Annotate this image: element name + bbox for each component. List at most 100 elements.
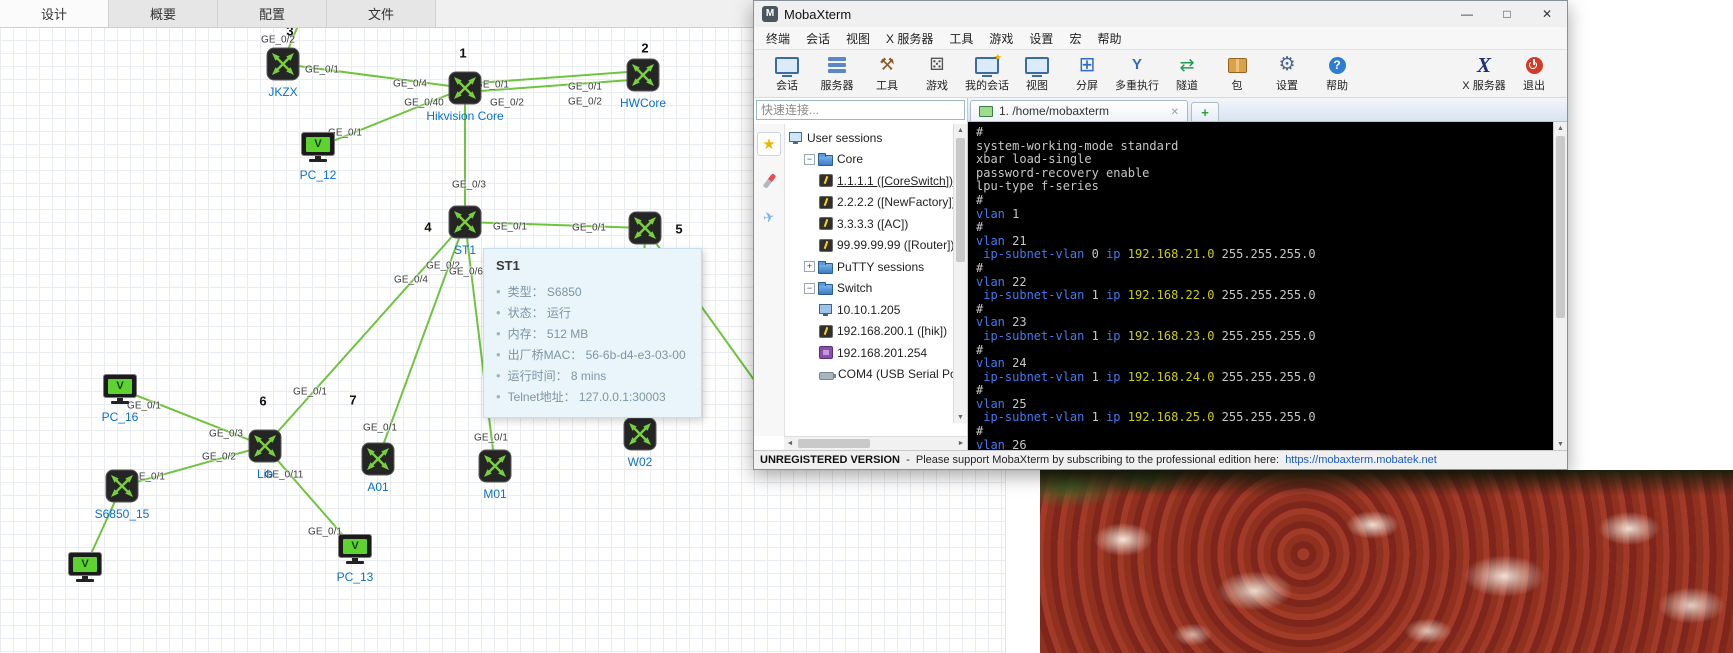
terminal-line: vlan 22 — [976, 276, 1551, 290]
menu-item-4[interactable]: 工具 — [941, 30, 981, 47]
scroll-track[interactable] — [796, 437, 955, 450]
scroll-down-icon[interactable]: ▼ — [1554, 438, 1567, 450]
tab-close-icon[interactable] — [1171, 104, 1179, 118]
sidebar-tab[interactable] — [757, 206, 781, 230]
menu-item-6[interactable]: 设置 — [1021, 30, 1061, 47]
menu-item-7[interactable]: 宏 — [1061, 30, 1089, 47]
mobatek-link[interactable]: https://mobaxterm.mobatek.net — [1285, 454, 1437, 466]
toolbar-packages-button[interactable]: 包 — [1212, 54, 1262, 93]
toolbar-settings-button[interactable]: ⚙设置 — [1262, 54, 1312, 93]
scroll-down-icon[interactable]: ▼ — [954, 411, 967, 423]
toolbar-label: 设置 — [1276, 77, 1298, 93]
designer-tab-2[interactable]: 配置 — [218, 0, 327, 27]
minimize-button[interactable]: — — [1447, 1, 1487, 27]
tree-item-7[interactable]: −Switch — [785, 278, 954, 300]
sidebar-tab[interactable] — [757, 169, 781, 193]
scroll-thumb[interactable] — [956, 138, 965, 262]
device-M01[interactable] — [478, 449, 512, 483]
toolbar-tunnel-button[interactable]: ⇄隧道 — [1162, 54, 1212, 93]
collapse-icon[interactable]: − — [804, 154, 815, 165]
toolbar-games-button[interactable]: ⚄游戏 — [912, 54, 962, 93]
scroll-up-icon[interactable]: ▲ — [1554, 122, 1567, 134]
menu-item-8[interactable]: 帮助 — [1089, 30, 1129, 47]
scroll-right-icon[interactable]: ► — [955, 440, 967, 447]
menu-item-0[interactable]: 终端 — [758, 30, 798, 47]
toolbar-multiexec-button[interactable]: Y多重执行 — [1112, 54, 1162, 93]
tooltip-row-text: 状态： 运行 — [508, 305, 571, 321]
tree-item-1[interactable]: −Core — [785, 149, 954, 171]
device-PC_13[interactable]: V — [338, 534, 372, 564]
tree-vertical-scrollbar[interactable]: ▲ ▼ — [953, 124, 967, 423]
device-HWCore[interactable] — [626, 58, 660, 92]
scroll-track[interactable] — [954, 136, 967, 411]
scroll-left-icon[interactable]: ◄ — [784, 440, 796, 447]
designer-tab-1[interactable]: 概要 — [109, 0, 218, 27]
toolbar-help-button[interactable]: ?帮助 — [1312, 54, 1362, 93]
menu-item-2[interactable]: 视图 — [838, 30, 878, 47]
menu-item-1[interactable]: 会话 — [798, 30, 838, 47]
tree-item-9[interactable]: 192.168.200.1 ([hik]) — [785, 321, 954, 343]
device-W02[interactable] — [623, 417, 657, 451]
device-Lib[interactable] — [248, 429, 282, 463]
tree-item-6[interactable]: +PuTTY sessions — [785, 256, 954, 278]
favorites-star-icon — [762, 135, 775, 154]
tree-item-3[interactable]: 2.2.2.2 ([NewFactory]) — [785, 192, 954, 214]
terminal-tab[interactable]: 1. /home/mobaxterm — [970, 100, 1188, 121]
link-label: GE_0/2 — [490, 98, 524, 109]
menu-item-3[interactable]: X 服务器 — [878, 30, 941, 47]
tree-item-5[interactable]: 99.99.99.99 ([Router]) — [785, 235, 954, 257]
xserver-icon: X — [1477, 54, 1491, 76]
collapse-icon[interactable]: − — [804, 283, 815, 294]
terminal-scrollbar[interactable]: ▲ ▼ — [1553, 122, 1567, 450]
device-node-13[interactable]: V — [68, 552, 102, 582]
toolbar-tools-button[interactable]: ⚒工具 — [862, 54, 912, 93]
terminal[interactable]: #system-working-mode standardxbar load-s… — [968, 122, 1567, 450]
scroll-thumb[interactable] — [1556, 136, 1565, 318]
toolbar-xserver-button[interactable]: XX 服务器 — [1459, 54, 1509, 93]
toolbar-split-button[interactable]: ⊞分屏 — [1062, 54, 1112, 93]
my-sessions-icon: ★ — [975, 54, 999, 76]
device-S6850_15[interactable] — [105, 469, 139, 503]
tree-item-2[interactable]: 1.1.1.1 ([CoreSwitch]) — [785, 170, 954, 192]
tree-item-8[interactable]: 10.10.1.205 — [785, 299, 954, 321]
toolbar-sessions-button[interactable]: 会话 — [762, 54, 812, 93]
device-PC_12[interactable]: V — [301, 132, 335, 162]
device-ST1[interactable] — [448, 205, 482, 239]
tree-item-0[interactable]: User sessions — [785, 127, 954, 149]
terminal-line: # — [976, 425, 1551, 439]
designer-tab-0[interactable]: 设计 — [0, 0, 109, 27]
switch-icon — [248, 429, 282, 463]
switch-icon — [623, 417, 657, 451]
scroll-track[interactable] — [1554, 134, 1567, 438]
device-PC_16[interactable]: V — [103, 374, 137, 404]
sidebar-tab[interactable] — [757, 132, 781, 156]
device-Hikvision-Core[interactable] — [448, 71, 482, 105]
toolbar-exit-button[interactable]: 退出 — [1509, 54, 1559, 93]
maximize-button[interactable]: □ — [1487, 1, 1527, 27]
quick-connect-row — [754, 98, 967, 124]
toolbar-servers-button[interactable]: 服务器 — [812, 54, 862, 93]
tree-item-10[interactable]: 192.168.201.254 — [785, 342, 954, 364]
scroll-up-icon[interactable]: ▲ — [954, 124, 967, 136]
quick-connect-input[interactable] — [756, 100, 965, 120]
device-JKZX[interactable] — [266, 47, 300, 81]
expand-icon[interactable]: + — [804, 261, 815, 272]
main-row: User sessions−Core1.1.1.1 ([CoreSwitch])… — [754, 98, 1567, 450]
title-bar[interactable]: M MobaXterm —□✕ — [754, 1, 1567, 27]
tree-item-11[interactable]: COM4 (USB Serial Port (COM4 — [785, 364, 954, 386]
device-A01[interactable] — [361, 442, 395, 476]
menu-item-5[interactable]: 游戏 — [981, 30, 1021, 47]
tree-horizontal-scrollbar[interactable]: ◄ ► — [784, 436, 967, 450]
terminal-line: ip-subnet-vlan 1 ip 192.168.23.0 255.255… — [976, 330, 1551, 344]
node-number: 6 — [259, 394, 266, 409]
toolbar-view-button[interactable]: 视图 — [1012, 54, 1062, 93]
designer-tab-3[interactable]: 文件 — [327, 0, 436, 27]
tree-item-4[interactable]: 3.3.3.3 ([AC]) — [785, 213, 954, 235]
pc-icon: V — [338, 534, 372, 558]
new-tab-button[interactable]: + — [1191, 102, 1219, 121]
device-node-5[interactable] — [628, 211, 662, 245]
scroll-thumb[interactable] — [798, 439, 870, 448]
close-button[interactable]: ✕ — [1527, 1, 1567, 27]
toolbar-my-sessions-button[interactable]: ★我的会话 — [962, 54, 1012, 93]
switch-icon — [105, 469, 139, 503]
